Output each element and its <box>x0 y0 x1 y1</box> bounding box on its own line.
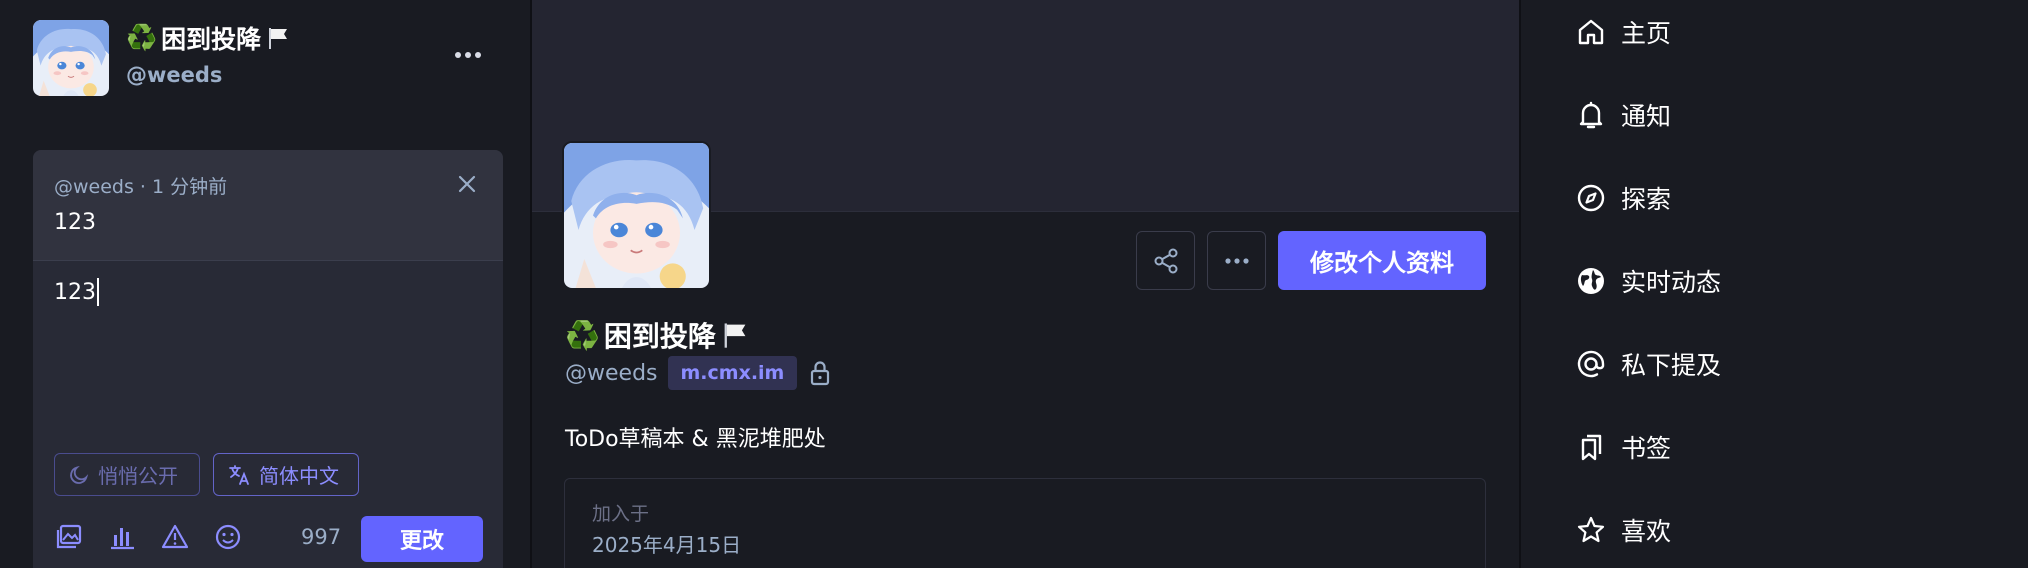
joined-info: 加入于 2025年4月15日 <box>564 478 1486 568</box>
lock-icon <box>811 361 830 386</box>
nav-item-live-feeds[interactable]: 实时动态 <box>1575 263 1721 299</box>
nav-item-private-mentions[interactable]: 私下提及 <box>1575 346 1721 382</box>
bell-icon <box>1579 101 1603 129</box>
recycle-emoji: ♻️ <box>126 23 158 52</box>
nav-item-explore[interactable]: 探索 <box>1575 180 1671 216</box>
close-icon[interactable] <box>455 172 479 196</box>
moon-icon <box>70 465 89 484</box>
nav-label-explore: 探索 <box>1621 185 1672 214</box>
nav-label-bookmarks: 书签 <box>1621 434 1672 463</box>
profile-avatar[interactable] <box>562 141 711 290</box>
dot <box>465 52 471 58</box>
language-dropdown[interactable]: 简体中文 <box>213 453 359 496</box>
content-warning-icon[interactable] <box>160 522 190 552</box>
bookmark-icon <box>1581 434 1602 461</box>
profile-handle: @weeds <box>565 360 658 386</box>
reply-text: 123 <box>54 210 96 235</box>
account-name-text: 困到投降 <box>161 25 262 54</box>
language-label: 简体中文 <box>259 464 339 488</box>
visibility-label: 悄悄公开 <box>98 464 178 488</box>
white-flag-icon <box>724 323 746 348</box>
domain-badge[interactable]: m.cmx.im <box>667 356 798 390</box>
joined-label: 加入于 <box>592 503 650 525</box>
visibility-dropdown[interactable]: 悄悄公开 <box>54 453 200 496</box>
account-avatar[interactable] <box>33 20 109 96</box>
text-caret <box>97 278 99 306</box>
joined-date: 2025年4月15日 <box>592 533 742 557</box>
share-button[interactable] <box>1136 231 1195 290</box>
nav-item-notifications[interactable]: 通知 <box>1575 97 1671 133</box>
dot <box>455 52 461 58</box>
edit-profile-button[interactable]: 修改个人资料 <box>1278 231 1486 290</box>
nav-item-favourites[interactable]: 喜欢 <box>1575 512 1671 548</box>
compose-form: @weeds · 1 分钟前 123 123 悄悄公开 简体中文 997 更改 <box>33 150 503 568</box>
home-icon <box>1578 19 1604 45</box>
compose-text-value: 123 <box>54 279 96 305</box>
image-upload-icon[interactable] <box>54 522 84 552</box>
nav-item-bookmarks[interactable]: 书签 <box>1575 429 1671 465</box>
star-icon <box>1577 516 1605 543</box>
reply-meta: @weeds · 1 分钟前 <box>54 176 228 198</box>
account-handle: @weeds <box>126 63 223 87</box>
dot <box>475 52 481 58</box>
left-column: ♻️ 困到投降 @weeds @weeds · 1 分钟前 123 123 悄悄… <box>0 0 530 568</box>
share-icon <box>1154 248 1177 273</box>
nav-label-home: 主页 <box>1621 19 1672 48</box>
nav-item-home[interactable]: 主页 <box>1575 14 1671 50</box>
nav-label-live-feeds: 实时动态 <box>1621 268 1722 297</box>
compose-textarea[interactable]: 123 <box>54 278 99 306</box>
more-options-button[interactable] <box>1207 231 1266 290</box>
compass-icon <box>1577 184 1605 212</box>
navigation-panel: 主页 通知 探索 实时动态 私下提及 书签 喜欢 <box>1521 0 2028 568</box>
nav-label-notifications: 通知 <box>1621 102 1672 131</box>
globe-icon <box>1578 268 1604 294</box>
nav-label-favourites: 喜欢 <box>1621 517 1672 546</box>
at-icon <box>1577 350 1605 378</box>
profile-handle-row: @weeds m.cmx.im <box>565 356 833 390</box>
translate-icon <box>229 464 249 485</box>
account-menu-button[interactable] <box>455 52 481 58</box>
account-display-name[interactable]: ♻️ 困到投降 <box>126 20 291 56</box>
reply-indicator: @weeds · 1 分钟前 123 <box>33 150 503 261</box>
character-counter: 997 <box>301 525 342 549</box>
edit-submit-button[interactable]: 更改 <box>361 516 483 562</box>
poll-icon[interactable] <box>107 522 137 552</box>
white-flag-icon <box>269 28 288 49</box>
profile-column: 修改个人资料 ♻️ 困到投降 @weeds m.cmx.im ToDo草稿本 &… <box>532 0 1519 568</box>
profile-bio: ToDo草稿本 & 黑泥堆肥处 <box>565 427 826 452</box>
nav-label-private-mentions: 私下提及 <box>1621 351 1722 380</box>
ellipsis-icon <box>1224 257 1249 264</box>
emoji-picker-icon[interactable] <box>213 522 243 552</box>
recycle-emoji: ♻️ <box>565 318 600 352</box>
profile-display-name: ♻️ 困到投降 <box>565 315 750 355</box>
profile-name-text: 困到投降 <box>603 320 716 353</box>
